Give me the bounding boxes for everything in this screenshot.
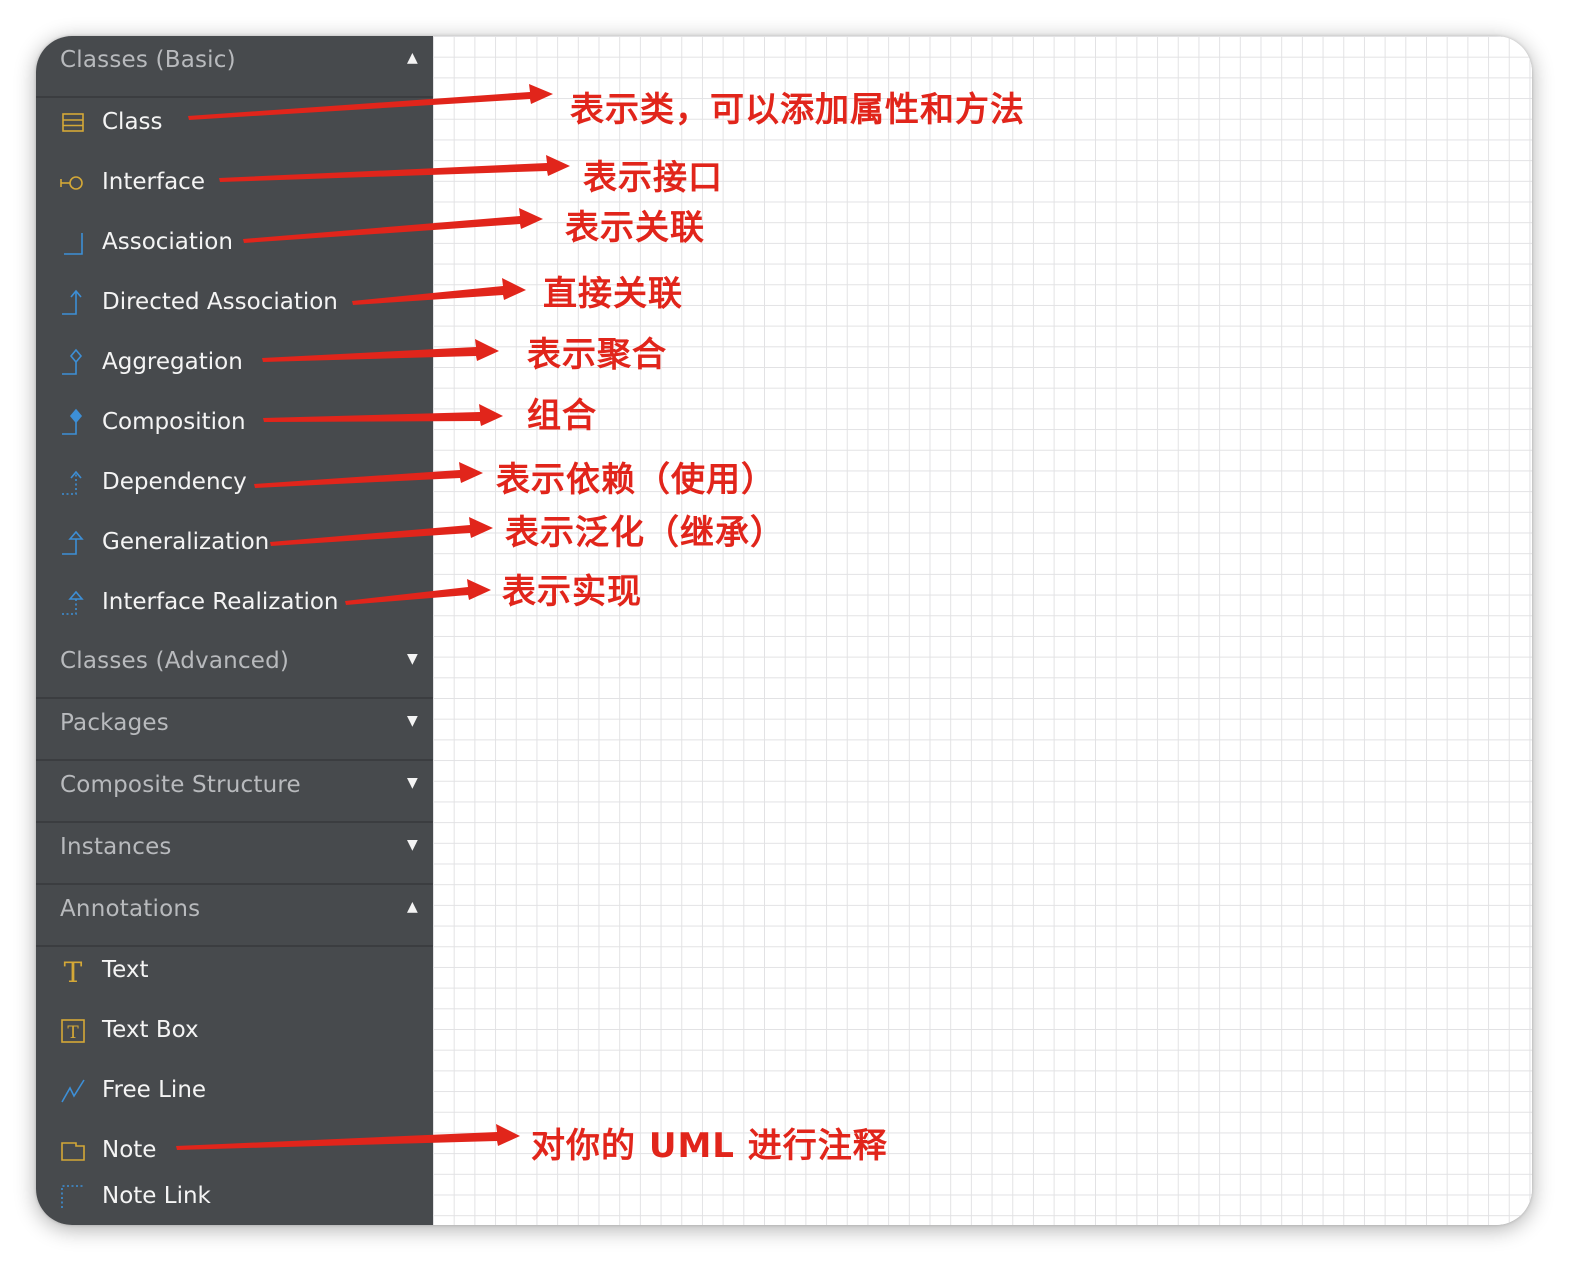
aggregation-icon <box>58 348 88 378</box>
palette-item-dependency[interactable]: Dependency <box>36 457 433 517</box>
palette-item-label: Dependency <box>102 469 247 495</box>
palette-item-aggregation[interactable]: Aggregation <box>36 337 433 397</box>
annotation-note: 表示类，可以添加属性和方法 <box>570 90 1025 130</box>
section-packages[interactable]: Packages ▼ <box>36 699 433 761</box>
triangle-down-icon: ▼ <box>407 651 418 667</box>
section-annotations[interactable]: Annotations ▲ <box>36 885 433 947</box>
palette-item-label: Text <box>102 957 149 983</box>
free-line-icon <box>58 1076 88 1106</box>
shape-palette-sidebar: Classes (Basic) ▲ Class Interface Associ… <box>36 36 433 1225</box>
section-title: Classes (Basic) <box>60 47 236 73</box>
uml-editor-window: Classes (Basic) ▲ Class Interface Associ… <box>36 36 1532 1225</box>
text-box-icon: T <box>58 1016 88 1046</box>
palette-item-note-link[interactable]: Note Link <box>36 1171 433 1225</box>
palette-item-generalization[interactable]: Generalization <box>36 517 433 577</box>
annotation-note: 组合 <box>527 396 597 436</box>
section-title: Classes (Advanced) <box>60 648 290 674</box>
palette-item-interface[interactable]: Interface <box>36 157 433 217</box>
svg-text:T: T <box>67 1023 79 1043</box>
association-icon <box>58 228 88 258</box>
palette-item-directed-association[interactable]: Directed Association <box>36 277 433 337</box>
annotation-note: 表示依赖（使用） <box>496 460 776 500</box>
palette-item-label: Note <box>102 1137 157 1163</box>
interface-icon <box>58 168 88 198</box>
palette-item-label: Class <box>102 109 163 135</box>
note-link-icon <box>58 1182 88 1212</box>
palette-item-label: Directed Association <box>102 289 338 315</box>
palette-item-label: Free Line <box>102 1077 207 1103</box>
section-title: Instances <box>60 834 172 860</box>
palette-item-association[interactable]: Association <box>36 217 433 277</box>
section-title: Composite Structure <box>60 772 301 798</box>
palette-item-text-box[interactable]: T Text Box <box>36 1005 433 1065</box>
generalization-icon <box>58 528 88 558</box>
annotation-note: 直接关联 <box>543 274 683 314</box>
palette-item-label: Interface Realization <box>102 589 339 615</box>
section-title: Packages <box>60 710 169 736</box>
annotation-note: 表示接口 <box>583 158 723 198</box>
section-composite-structure[interactable]: Composite Structure ▼ <box>36 761 433 823</box>
note-icon <box>58 1136 88 1166</box>
palette-item-label: Note Link <box>102 1183 211 1209</box>
dependency-icon <box>58 468 88 498</box>
triangle-down-icon: ▼ <box>407 837 418 853</box>
palette-item-free-line[interactable]: Free Line <box>36 1065 433 1125</box>
annotation-note: 对你的 UML 进行注释 <box>531 1126 888 1166</box>
palette-item-text[interactable]: T Text <box>36 945 433 1005</box>
section-classes-advanced[interactable]: Classes (Advanced) ▼ <box>36 637 433 699</box>
section-instances[interactable]: Instances ▼ <box>36 823 433 885</box>
interface-realization-icon <box>58 588 88 618</box>
palette-item-label: Generalization <box>102 529 270 555</box>
palette-item-label: Association <box>102 229 233 255</box>
svg-text:T: T <box>64 956 83 986</box>
directed-association-icon <box>58 288 88 318</box>
palette-item-label: Aggregation <box>102 349 243 375</box>
triangle-down-icon: ▼ <box>407 713 418 729</box>
class-icon <box>58 108 88 138</box>
composition-icon <box>58 408 88 438</box>
annotation-note: 表示关联 <box>565 208 705 248</box>
palette-item-composition[interactable]: Composition <box>36 397 433 457</box>
section-classes-basic[interactable]: Classes (Basic) ▲ <box>36 36 433 98</box>
annotation-note: 表示聚合 <box>527 335 667 375</box>
section-title: Annotations <box>60 896 201 922</box>
annotation-note: 表示泛化（继承） <box>505 513 785 553</box>
triangle-down-icon: ▼ <box>407 775 418 791</box>
palette-item-label: Text Box <box>102 1017 199 1043</box>
text-icon: T <box>58 956 88 986</box>
palette-item-label: Composition <box>102 409 246 435</box>
palette-item-interface-realization[interactable]: Interface Realization <box>36 577 433 637</box>
palette-item-label: Interface <box>102 169 205 195</box>
triangle-up-icon: ▲ <box>407 899 418 915</box>
palette-item-class[interactable]: Class <box>36 97 433 157</box>
triangle-up-icon: ▲ <box>407 50 418 66</box>
annotation-note: 表示实现 <box>502 572 642 612</box>
